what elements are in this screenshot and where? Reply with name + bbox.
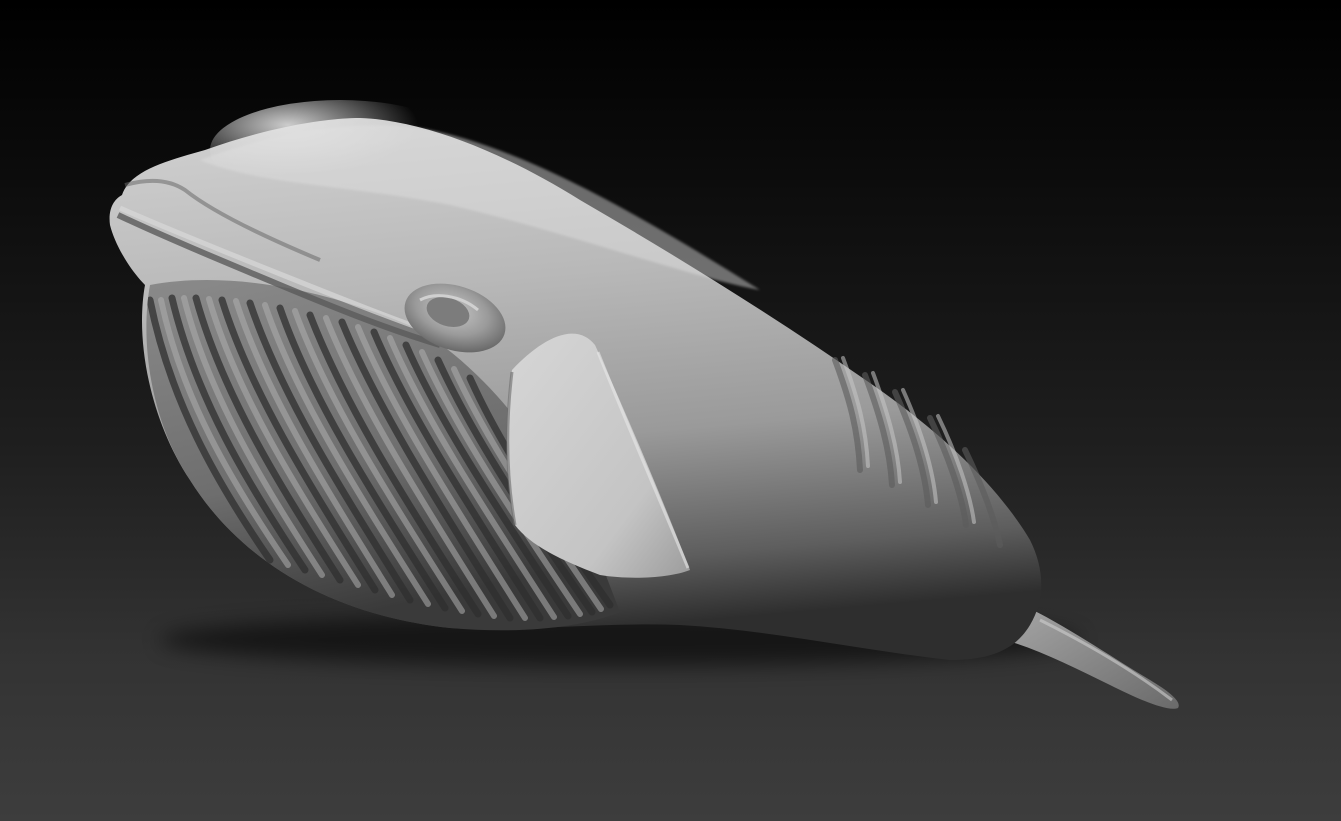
3d-viewport[interactable] [0,0,1341,821]
whale-model[interactable] [0,0,1341,821]
